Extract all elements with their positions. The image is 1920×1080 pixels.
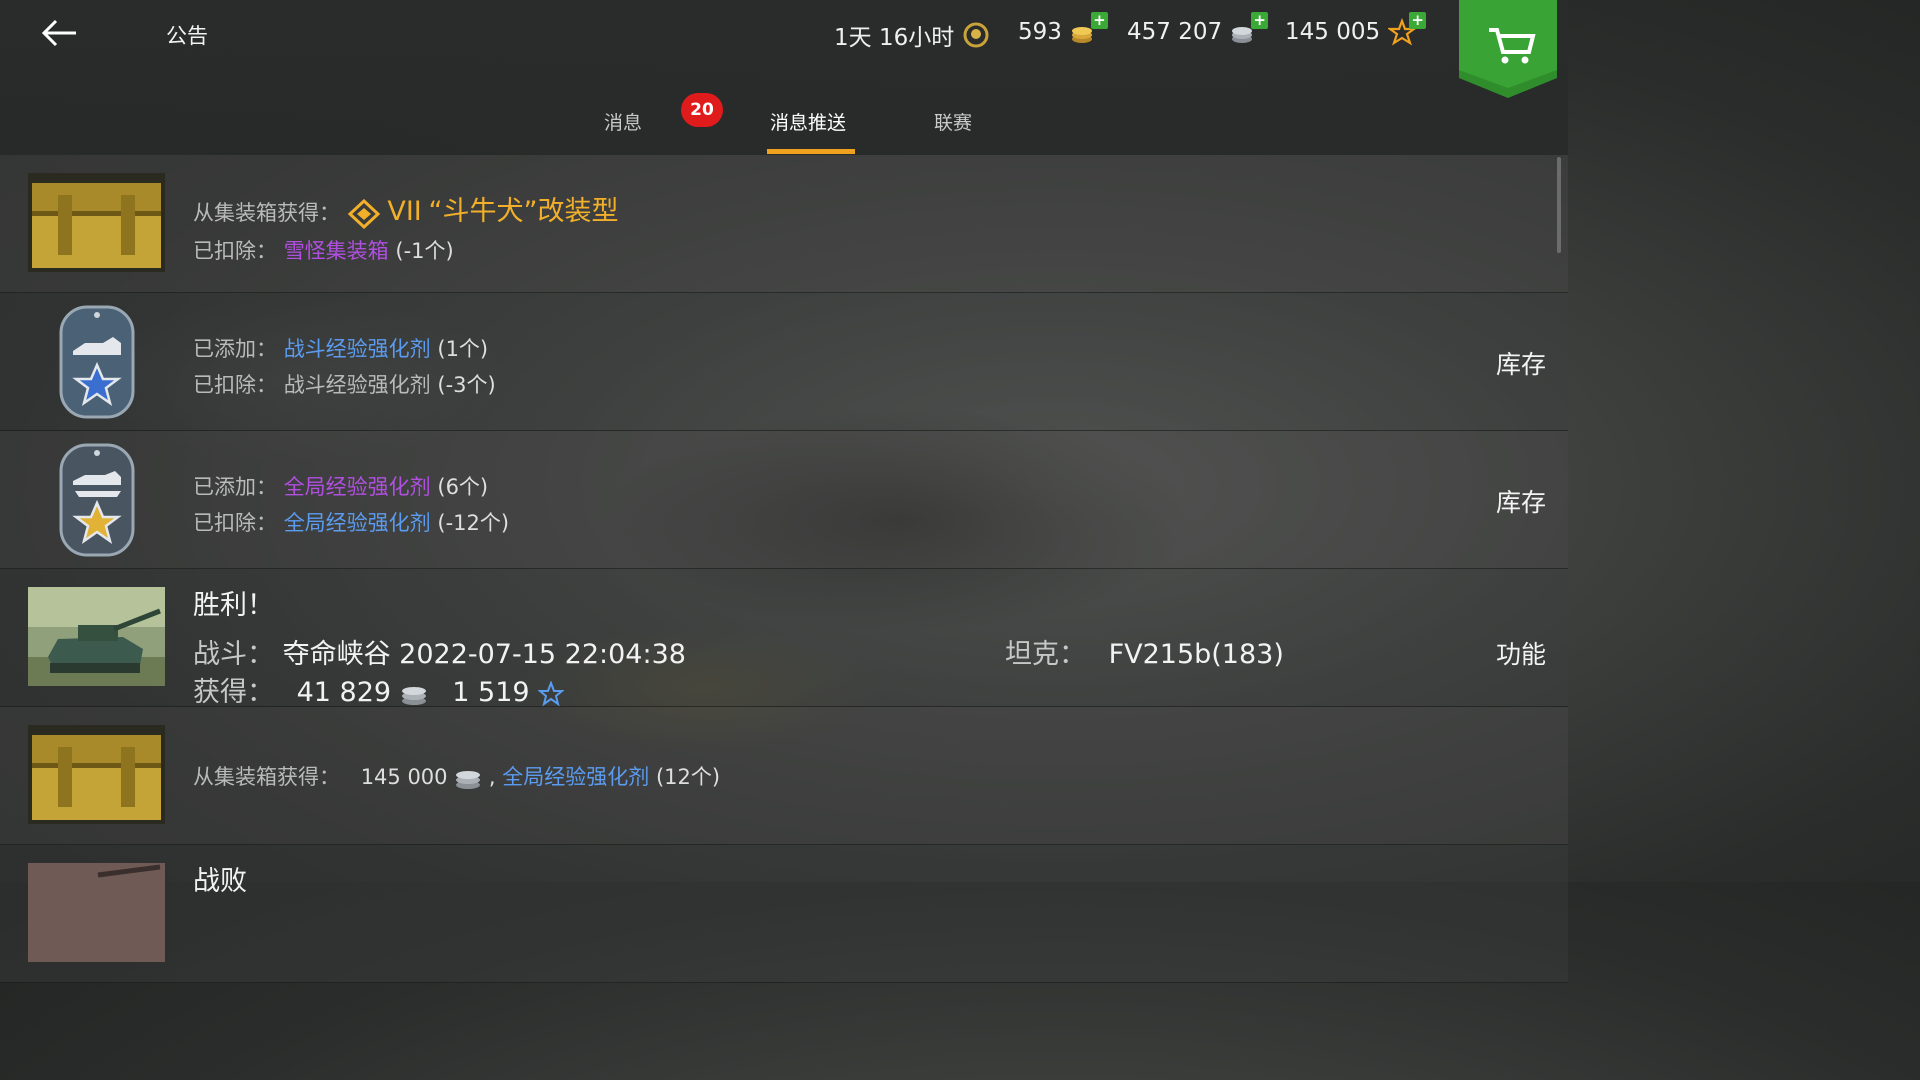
shop-cart-button[interactable] bbox=[1459, 0, 1557, 98]
list-item[interactable]: 从集装箱获得： 145 000 , 全局经验强化剂 (12个) bbox=[0, 707, 1568, 845]
tab-league[interactable]: 联赛 bbox=[934, 108, 972, 135]
inventory-link[interactable]: 库存 bbox=[1496, 483, 1546, 519]
container-crate-image bbox=[28, 725, 165, 824]
add-credits-plus-icon[interactable]: + bbox=[1251, 12, 1269, 29]
deducted-item[interactable]: 全局经验强化剂 bbox=[284, 511, 431, 535]
tank-class-emblem-icon bbox=[347, 199, 380, 229]
earnings-line: 获得： 41 829 1 519 bbox=[193, 670, 565, 709]
tank-tier: VII bbox=[387, 196, 422, 227]
battle-map-and-time: 夺命峡谷 2022-07-15 22:04:38 bbox=[282, 639, 686, 670]
inventory-link[interactable]: 库存 bbox=[1496, 345, 1546, 381]
earned-xp: 1 519 bbox=[452, 677, 530, 708]
row-line-1: 从集装箱获得： VII “斗牛犬”改装型 bbox=[193, 189, 618, 229]
back-arrow-icon[interactable] bbox=[40, 16, 80, 50]
free-xp-balance[interactable]: 145 005 + bbox=[1285, 12, 1427, 46]
deducted-qty: (-1个) bbox=[395, 239, 454, 263]
battle-label: 战斗： bbox=[193, 639, 274, 670]
row-line-2: 已扣除： 全局经验强化剂 (-12个) bbox=[193, 507, 509, 537]
tab-messages[interactable]: 消息 bbox=[604, 108, 642, 135]
premium-time-value: 1天 16小时 bbox=[834, 25, 955, 51]
silver-coins-icon bbox=[456, 771, 481, 789]
tank-label: 坦克： bbox=[1005, 639, 1086, 670]
added-label: 已添加： bbox=[193, 337, 277, 361]
deducted-qty: (-12个) bbox=[437, 511, 510, 535]
container-crate-image bbox=[28, 173, 165, 272]
row-line-1: 已添加： 全局经验强化剂 (6个) bbox=[193, 471, 488, 501]
battle-tank-image bbox=[28, 863, 165, 962]
added-item[interactable]: 战斗经验强化剂 bbox=[284, 337, 431, 361]
list-item[interactable]: 战败 bbox=[0, 845, 1568, 983]
gold-value: 593 bbox=[1018, 19, 1062, 45]
tank-value: FV215b(183) bbox=[1108, 639, 1284, 670]
notification-list: 从集装箱获得： VII “斗牛犬”改装型 已扣除： 雪怪集装箱 (-1个) 已添… bbox=[0, 155, 1568, 983]
row-line-1: 已添加： 战斗经验强化剂 (1个) bbox=[193, 333, 488, 363]
list-item[interactable]: 从集装箱获得： VII “斗牛犬”改装型 已扣除： 雪怪集装箱 (-1个) bbox=[0, 155, 1568, 293]
battle-line: 战斗： 夺命峡谷 2022-07-15 22:04:38 bbox=[193, 632, 686, 671]
function-link[interactable]: 功能 bbox=[1496, 635, 1546, 671]
gold-balance[interactable]: 593 + bbox=[1018, 12, 1108, 46]
obtained-credits: 145 000 bbox=[360, 765, 448, 789]
credits-value: 457 207 bbox=[1127, 19, 1223, 45]
add-free-xp-plus-icon[interactable]: + bbox=[1409, 12, 1427, 29]
deducted-item[interactable]: 雪怪集装箱 bbox=[284, 239, 389, 263]
free-xp-star-icon: + bbox=[1386, 12, 1427, 46]
silver-coins-icon: + bbox=[1230, 12, 1269, 46]
free-xp-value: 145 005 bbox=[1285, 19, 1381, 45]
silver-coins-icon bbox=[401, 686, 426, 705]
row-line-1: 从集装箱获得： 145 000 , 全局经验强化剂 (12个) bbox=[193, 761, 720, 791]
deducted-label: 已扣除： bbox=[193, 239, 277, 263]
separator: , bbox=[488, 765, 496, 789]
messages-unread-badge: 20 bbox=[681, 93, 723, 127]
gold-coins-icon: + bbox=[1070, 12, 1108, 46]
battle-result: 战败 bbox=[193, 866, 247, 897]
top-bar: 公告 1天 16小时 593 + 457 207 + 145 005 + 消息 … bbox=[0, 0, 1568, 155]
deducted-qty: (-3个) bbox=[437, 373, 496, 397]
global-xp-booster-icon bbox=[59, 443, 135, 557]
tab-notifications[interactable]: 消息推送 bbox=[770, 108, 846, 135]
obtained-label: 从集装箱获得： bbox=[193, 201, 340, 225]
add-gold-plus-icon[interactable]: + bbox=[1090, 12, 1108, 29]
list-item[interactable]: 胜利！ 战斗： 夺命峡谷 2022-07-15 22:04:38 获得： 41 … bbox=[0, 569, 1568, 709]
tank-line: 坦克： FV215b(183) bbox=[1005, 632, 1284, 671]
active-tab-indicator bbox=[767, 149, 855, 154]
deducted-label: 已扣除： bbox=[193, 373, 277, 397]
added-item[interactable]: 全局经验强化剂 bbox=[284, 475, 431, 499]
row-line-2: 已扣除： 雪怪集装箱 (-1个) bbox=[193, 235, 454, 265]
battle-tank-image bbox=[28, 587, 165, 686]
deducted-label: 已扣除： bbox=[193, 511, 277, 535]
premium-laurel-icon bbox=[963, 22, 989, 48]
row-line-2: 已扣除： 战斗经验强化剂 (-3个) bbox=[193, 369, 496, 399]
battle-result: 胜利！ bbox=[193, 590, 274, 621]
combat-xp-booster-icon bbox=[59, 305, 135, 419]
tank-name[interactable]: “斗牛犬”改装型 bbox=[428, 196, 618, 227]
obtained-item[interactable]: 全局经验强化剂 bbox=[502, 765, 649, 789]
added-qty: (6个) bbox=[437, 475, 489, 499]
list-item[interactable]: 已添加： 全局经验强化剂 (6个) 已扣除： 全局经验强化剂 (-12个) 库存 bbox=[0, 431, 1568, 569]
added-label: 已添加： bbox=[193, 475, 277, 499]
earned-credits: 41 829 bbox=[296, 677, 392, 708]
deducted-item: 战斗经验强化剂 bbox=[283, 373, 431, 397]
list-item[interactable]: 已添加： 战斗经验强化剂 (1个) 已扣除： 战斗经验强化剂 (-3个) 库存 bbox=[0, 293, 1568, 431]
page-title: 公告 bbox=[166, 24, 208, 48]
xp-star-icon bbox=[538, 680, 565, 706]
premium-time[interactable]: 1天 16小时 bbox=[834, 18, 990, 52]
earnings-label: 获得： bbox=[193, 677, 274, 708]
added-qty: (1个) bbox=[437, 337, 489, 361]
obtained-label: 从集装箱获得： bbox=[193, 765, 340, 789]
credits-balance[interactable]: 457 207 + bbox=[1127, 12, 1269, 46]
obtained-qty: (12个) bbox=[655, 765, 721, 789]
